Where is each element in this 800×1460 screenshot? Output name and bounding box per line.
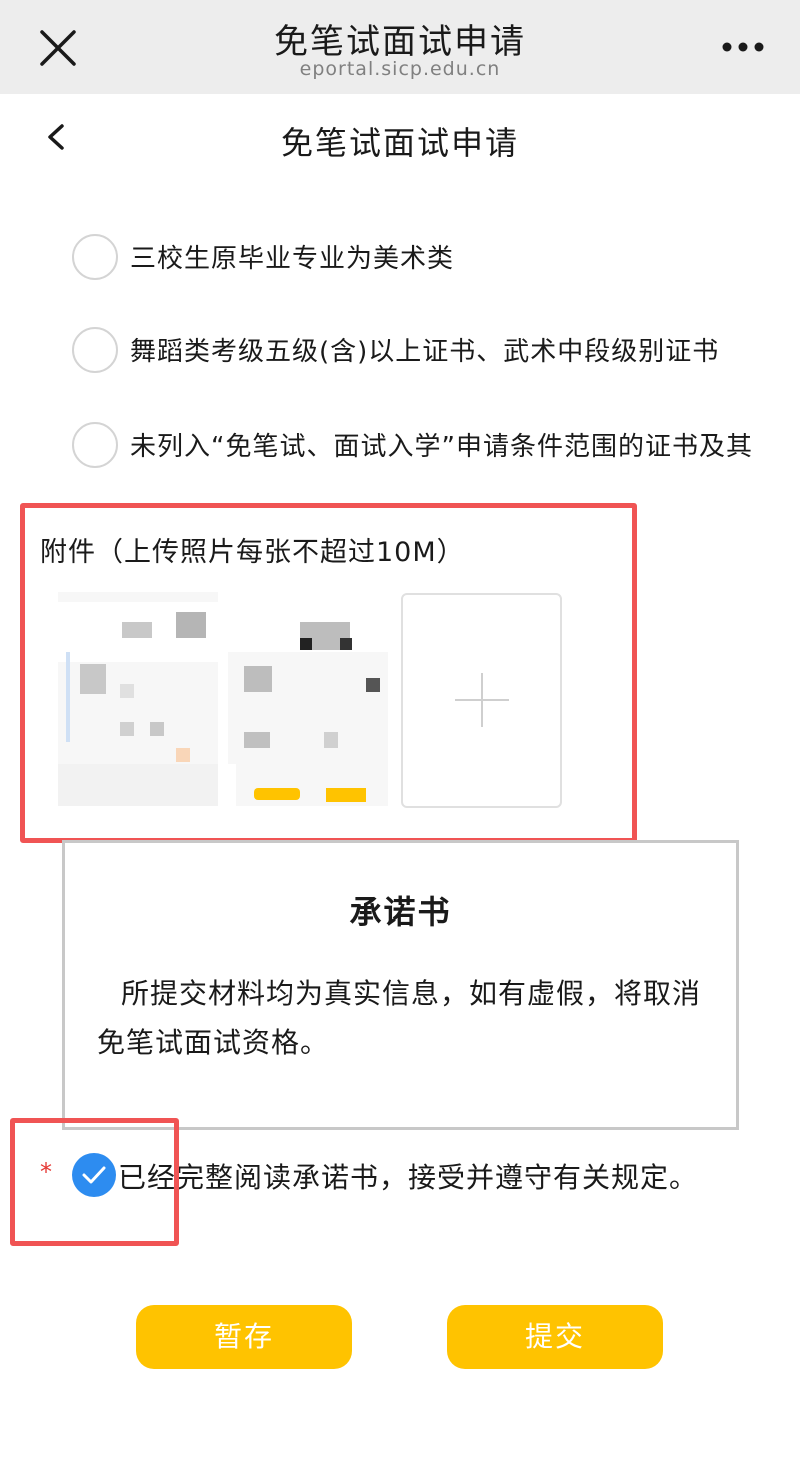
page-header: 免笔试面试申请 bbox=[0, 94, 800, 186]
option-label: 舞蹈类考级五级(含)以上证书、武术中段级别证书 bbox=[130, 337, 720, 367]
submit-button[interactable]: 提交 bbox=[447, 1305, 663, 1369]
pledge-title: 承诺书 bbox=[349, 893, 452, 931]
save-draft-button[interactable]: 暂存 bbox=[136, 1305, 352, 1369]
radio-button[interactable] bbox=[72, 422, 118, 468]
option-label: 未列入“免笔试、面试入学”申请条件范围的证书及其 bbox=[130, 432, 753, 462]
browser-title: 免笔试面试申请 bbox=[274, 22, 526, 62]
pledge-body: 所提交材料均为真实信息，如有虚假，将取消免笔试面试资格。 bbox=[97, 977, 702, 1059]
radio-button[interactable] bbox=[72, 327, 118, 373]
browser-bar: 免笔试面试申请 eportal.sicp.edu.cn bbox=[0, 0, 800, 94]
pledge-box: 承诺书 所提交材料均为真实信息，如有虚假，将取消免笔试面试资格。 bbox=[62, 840, 739, 1130]
agree-label: 已经完整阅读承诺书，接受并遵守有关规定。 bbox=[118, 1161, 699, 1194]
page-title: 免笔试面试申请 bbox=[280, 124, 519, 162]
more-icon[interactable] bbox=[722, 40, 764, 54]
radio-button[interactable] bbox=[72, 234, 118, 280]
annotation-highlight-box bbox=[10, 1118, 179, 1246]
option-clip: 未列入“免笔试、面试入学”申请条件范围的证书及其 bbox=[0, 410, 758, 480]
browser-domain: eportal.sicp.edu.cn bbox=[299, 58, 501, 80]
option-label: 三校生原毕业专业为美术类 bbox=[130, 244, 455, 274]
annotation-highlight-box bbox=[20, 503, 637, 843]
